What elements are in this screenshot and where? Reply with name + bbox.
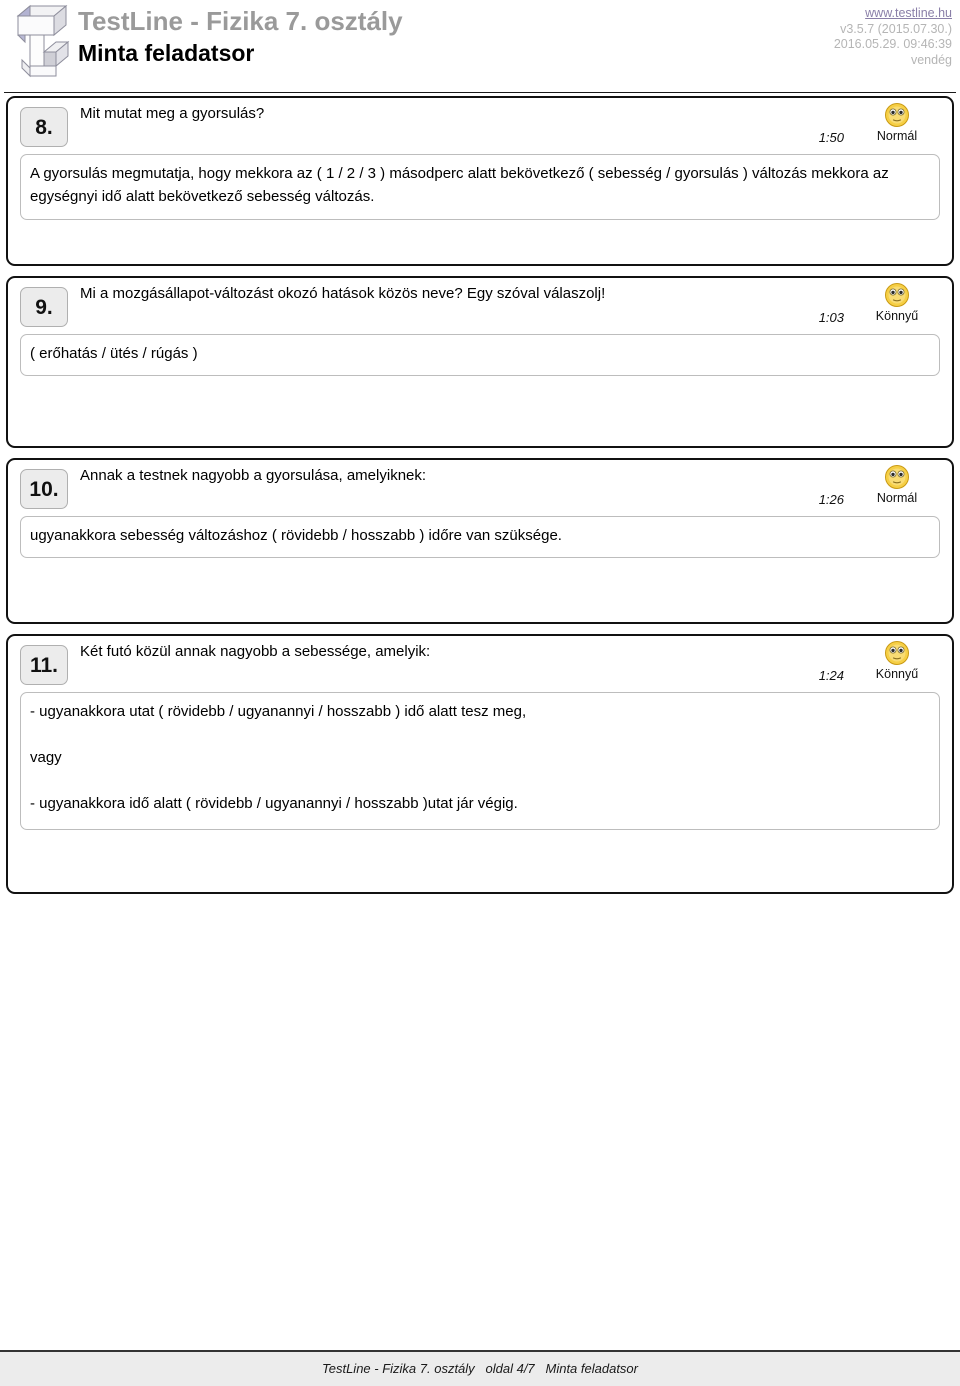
difficulty-label: Normál bbox=[876, 491, 918, 505]
difficulty-label: Könnyű bbox=[875, 309, 919, 323]
smiley-face-icon bbox=[885, 465, 909, 489]
question-difficulty: Könnyű bbox=[854, 282, 940, 324]
question-time: 1:26 bbox=[818, 492, 844, 507]
difficulty-label: Normál bbox=[876, 129, 918, 143]
header-divider bbox=[4, 92, 956, 93]
header-meta-block: www.testline.hu v3.5.7 (2015.07.30.) 201… bbox=[834, 6, 952, 68]
smiley-face-icon bbox=[885, 103, 909, 127]
version-label: v3.5.7 (2015.07.30.) bbox=[840, 21, 952, 36]
question-difficulty: Normál bbox=[854, 464, 940, 506]
question-number: 11. bbox=[20, 645, 68, 685]
page-footer: TestLine - Fizika 7. osztály oldal 4/7 M… bbox=[0, 1350, 960, 1386]
question-answer-box[interactable]: A gyorsulás megmutatja, hogy mekkora az … bbox=[20, 154, 940, 220]
question-block: 8. Mit mutat meg a gyorsulás? 1:50 Normá… bbox=[6, 96, 954, 266]
answer-line: A gyorsulás megmutatja, hogy mekkora az … bbox=[30, 165, 889, 205]
question-title: Két futó közül annak nagyobb a sebessége… bbox=[80, 643, 431, 660]
answer-line: vagy bbox=[30, 749, 62, 766]
question-title: Mi a mozgásállapot-változást okozó hatás… bbox=[80, 285, 606, 302]
header-title-block: TestLine - Fizika 7. osztály Minta felad… bbox=[78, 4, 403, 69]
question-spacer bbox=[8, 220, 952, 264]
question-header: 10. Annak a testnek nagyobb a gyorsulása… bbox=[8, 460, 952, 516]
question-time: 1:50 bbox=[818, 130, 844, 145]
question-header: 8. Mit mutat meg a gyorsulás? 1:50 Normá… bbox=[8, 98, 952, 154]
question-time: 1:24 bbox=[818, 668, 844, 683]
page-subtitle: Minta feladatsor bbox=[78, 40, 255, 66]
answer-line: ( erőhatás / ütés / rúgás ) bbox=[30, 345, 198, 362]
question-spacer bbox=[8, 830, 952, 892]
question-title: Mit mutat meg a gyorsulás? bbox=[80, 105, 265, 122]
testline-3d-t-logo-icon bbox=[8, 2, 70, 82]
question-header: 11. Két futó közül annak nagyobb a sebes… bbox=[8, 636, 952, 692]
difficulty-label: Könnyű bbox=[875, 667, 919, 681]
question-answer-box[interactable]: ( erőhatás / ütés / rúgás ) bbox=[20, 334, 940, 376]
website-link[interactable]: www.testline.hu bbox=[834, 6, 952, 22]
question-number: 8. bbox=[20, 107, 68, 147]
question-header: 9. Mi a mozgásállapot-változást okozó ha… bbox=[8, 278, 952, 334]
question-block: 10. Annak a testnek nagyobb a gyorsulása… bbox=[6, 458, 954, 624]
question-number: 10. bbox=[20, 469, 68, 509]
answer-line: - ugyanakkora idő alatt ( rövidebb / ugy… bbox=[30, 795, 518, 812]
question-list: 8. Mit mutat meg a gyorsulás? 1:50 Normá… bbox=[0, 96, 960, 904]
footer-text: TestLine - Fizika 7. osztály oldal 4/7 M… bbox=[321, 1361, 638, 1376]
question-difficulty: Könnyű bbox=[854, 640, 940, 682]
answer-line: ugyanakkora sebesség változáshoz ( rövid… bbox=[30, 527, 562, 544]
page-header: TestLine - Fizika 7. osztály Minta felad… bbox=[0, 0, 960, 93]
page-title: TestLine - Fizika 7. osztály bbox=[78, 6, 403, 36]
question-block: 11. Két futó közül annak nagyobb a sebes… bbox=[6, 634, 954, 894]
smiley-face-icon bbox=[885, 283, 909, 307]
question-spacer bbox=[8, 376, 952, 446]
question-title: Annak a testnek nagyobb a gyorsulása, am… bbox=[80, 467, 427, 484]
question-number: 9. bbox=[20, 287, 68, 327]
question-difficulty: Normál bbox=[854, 102, 940, 144]
user-label: vendég bbox=[910, 52, 952, 67]
answer-line: - ugyanakkora utat ( rövidebb / ugyanann… bbox=[30, 703, 527, 720]
question-block: 9. Mi a mozgásállapot-változást okozó ha… bbox=[6, 276, 954, 448]
question-spacer bbox=[8, 558, 952, 622]
question-answer-box[interactable]: ugyanakkora sebesség változáshoz ( rövid… bbox=[20, 516, 940, 558]
question-answer-box[interactable]: - ugyanakkora utat ( rövidebb / ugyanann… bbox=[20, 692, 940, 830]
question-time: 1:03 bbox=[818, 310, 844, 325]
smiley-face-icon bbox=[885, 641, 909, 665]
timestamp-label: 2016.05.29. 09:46:39 bbox=[833, 37, 952, 51]
